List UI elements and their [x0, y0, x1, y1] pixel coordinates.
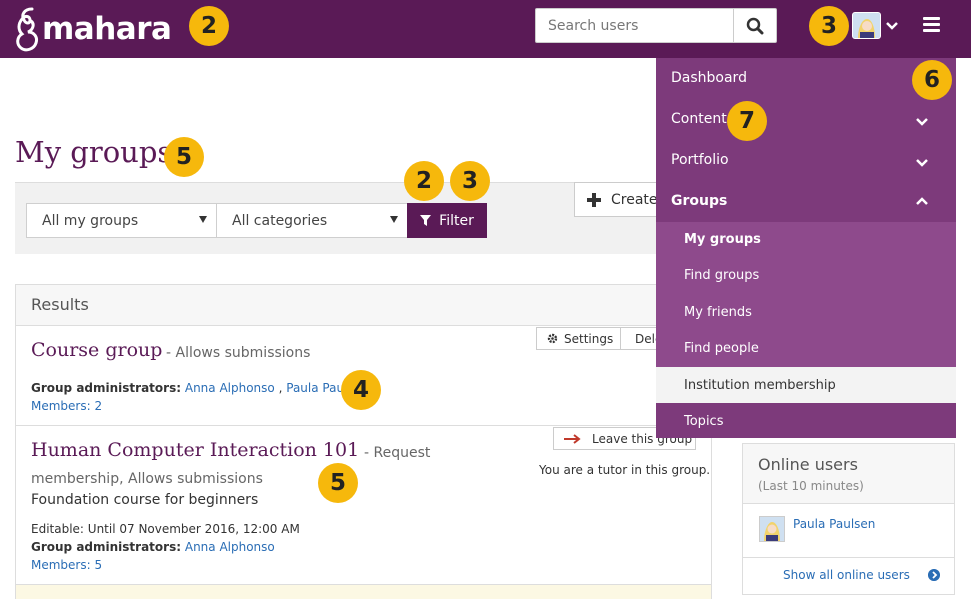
admin-link[interactable]: Anna Alphonso: [185, 381, 275, 395]
callout-badge: 4: [341, 370, 381, 410]
chevron-down-icon[interactable]: [915, 117, 929, 127]
online-users-header: [743, 444, 954, 504]
online-users-footer-divider: [743, 557, 954, 558]
tutor-note: You are a tutor in this group.: [539, 463, 711, 477]
category-select[interactable]: All categories: [216, 203, 408, 238]
editable-info: Editable: Until 07 November 2016, 12:00 …: [31, 522, 300, 536]
callout-badge: 2: [404, 161, 444, 201]
avatar-image: [853, 13, 880, 38]
admin-separator: ,: [278, 381, 283, 395]
group-type-select[interactable]: All my groups: [26, 203, 217, 238]
plus-icon: [587, 192, 601, 207]
callout-badge: 2: [189, 6, 229, 46]
callout-badge: 5: [318, 463, 358, 503]
group-type-value: All my groups: [42, 212, 139, 229]
nav-dashboard[interactable]: Dashboard: [671, 70, 747, 86]
members-link[interactable]: Members: 5: [31, 558, 102, 572]
logo-text: mahara: [42, 11, 172, 47]
online-users-title: Online users: [758, 455, 858, 474]
mahara-logo[interactable]: mahara: [14, 5, 172, 53]
nav-topics[interactable]: Topics: [684, 414, 723, 429]
group-type-text: membership, Allows submissions: [31, 471, 263, 487]
arrow-right-icon: [564, 433, 581, 444]
results-header: [16, 285, 711, 326]
nav-portfolio[interactable]: Portfolio: [671, 152, 729, 168]
results-title: Results: [31, 295, 89, 314]
group-type-text: - Request: [364, 445, 431, 461]
settings-label: Settings: [564, 331, 614, 346]
chevron-down-icon[interactable]: [885, 19, 899, 33]
page-title: My groups: [15, 135, 173, 169]
caret-down-icon: [199, 216, 207, 223]
row-divider: [16, 425, 711, 426]
category-value: All categories: [232, 212, 328, 229]
callout-badge: 3: [809, 6, 849, 46]
callout-badge: 7: [727, 101, 767, 141]
arrow-circle-right-icon[interactable]: [928, 569, 940, 581]
callout-badge: 5: [164, 137, 204, 177]
nav-groups[interactable]: Groups: [671, 193, 727, 209]
nav-find-people[interactable]: Find people: [684, 341, 759, 356]
show-all-online-link[interactable]: Show all online users: [783, 568, 910, 582]
funnel-icon: [420, 215, 432, 226]
online-user-link[interactable]: Paula Paulsen: [793, 517, 875, 531]
admins-label: Group administrators:: [31, 381, 182, 395]
nav-content[interactable]: Content: [671, 111, 727, 127]
nav-my-friends[interactable]: My friends: [684, 305, 752, 320]
group-delete-button[interactable]: Delete: [620, 327, 660, 350]
group-description: Foundation course for beginners: [31, 492, 259, 508]
filter-button[interactable]: Filter: [407, 203, 487, 238]
search-users-input[interactable]: [535, 8, 734, 43]
chevron-up-icon[interactable]: [915, 196, 929, 206]
gear-icon: [547, 333, 558, 344]
nav-find-groups[interactable]: Find groups: [684, 268, 759, 283]
create-label: Create: [611, 191, 658, 208]
chevron-down-icon[interactable]: [915, 158, 929, 168]
group-type-text: - Allows submissions: [166, 345, 311, 361]
online-users-subtitle: (Last 10 minutes): [758, 479, 864, 493]
nav-institution-membership[interactable]: Institution membership: [684, 378, 836, 393]
hamburger-menu-icon[interactable]: [923, 17, 942, 33]
group-admins: Group administrators: Anna Alphonso , Pa…: [31, 381, 369, 395]
members-link[interactable]: Members: 2: [31, 399, 102, 413]
group-settings-button[interactable]: Settings: [536, 327, 621, 350]
admin-link[interactable]: Anna Alphonso: [185, 540, 275, 554]
search-button[interactable]: [733, 8, 777, 43]
search-icon: [746, 17, 764, 34]
user-avatar[interactable]: [852, 12, 881, 39]
admins-label: Group administrators:: [31, 540, 182, 554]
group-name-link[interactable]: Course group: [31, 339, 162, 361]
group-admins: Group administrators: Anna Alphonso: [31, 540, 275, 554]
callout-badge: 6: [912, 60, 952, 100]
avatar-image: [760, 517, 784, 541]
callout-badge: 3: [450, 161, 490, 201]
mahara-logo-icon: [16, 7, 38, 52]
group-name-link[interactable]: Human Computer Interaction 101: [31, 439, 359, 461]
nav-my-groups[interactable]: My groups: [684, 232, 761, 247]
caret-down-icon: [390, 216, 398, 223]
online-user-avatar[interactable]: [759, 516, 785, 542]
filter-label: Filter: [439, 212, 474, 229]
next-row-strip: [16, 584, 711, 599]
